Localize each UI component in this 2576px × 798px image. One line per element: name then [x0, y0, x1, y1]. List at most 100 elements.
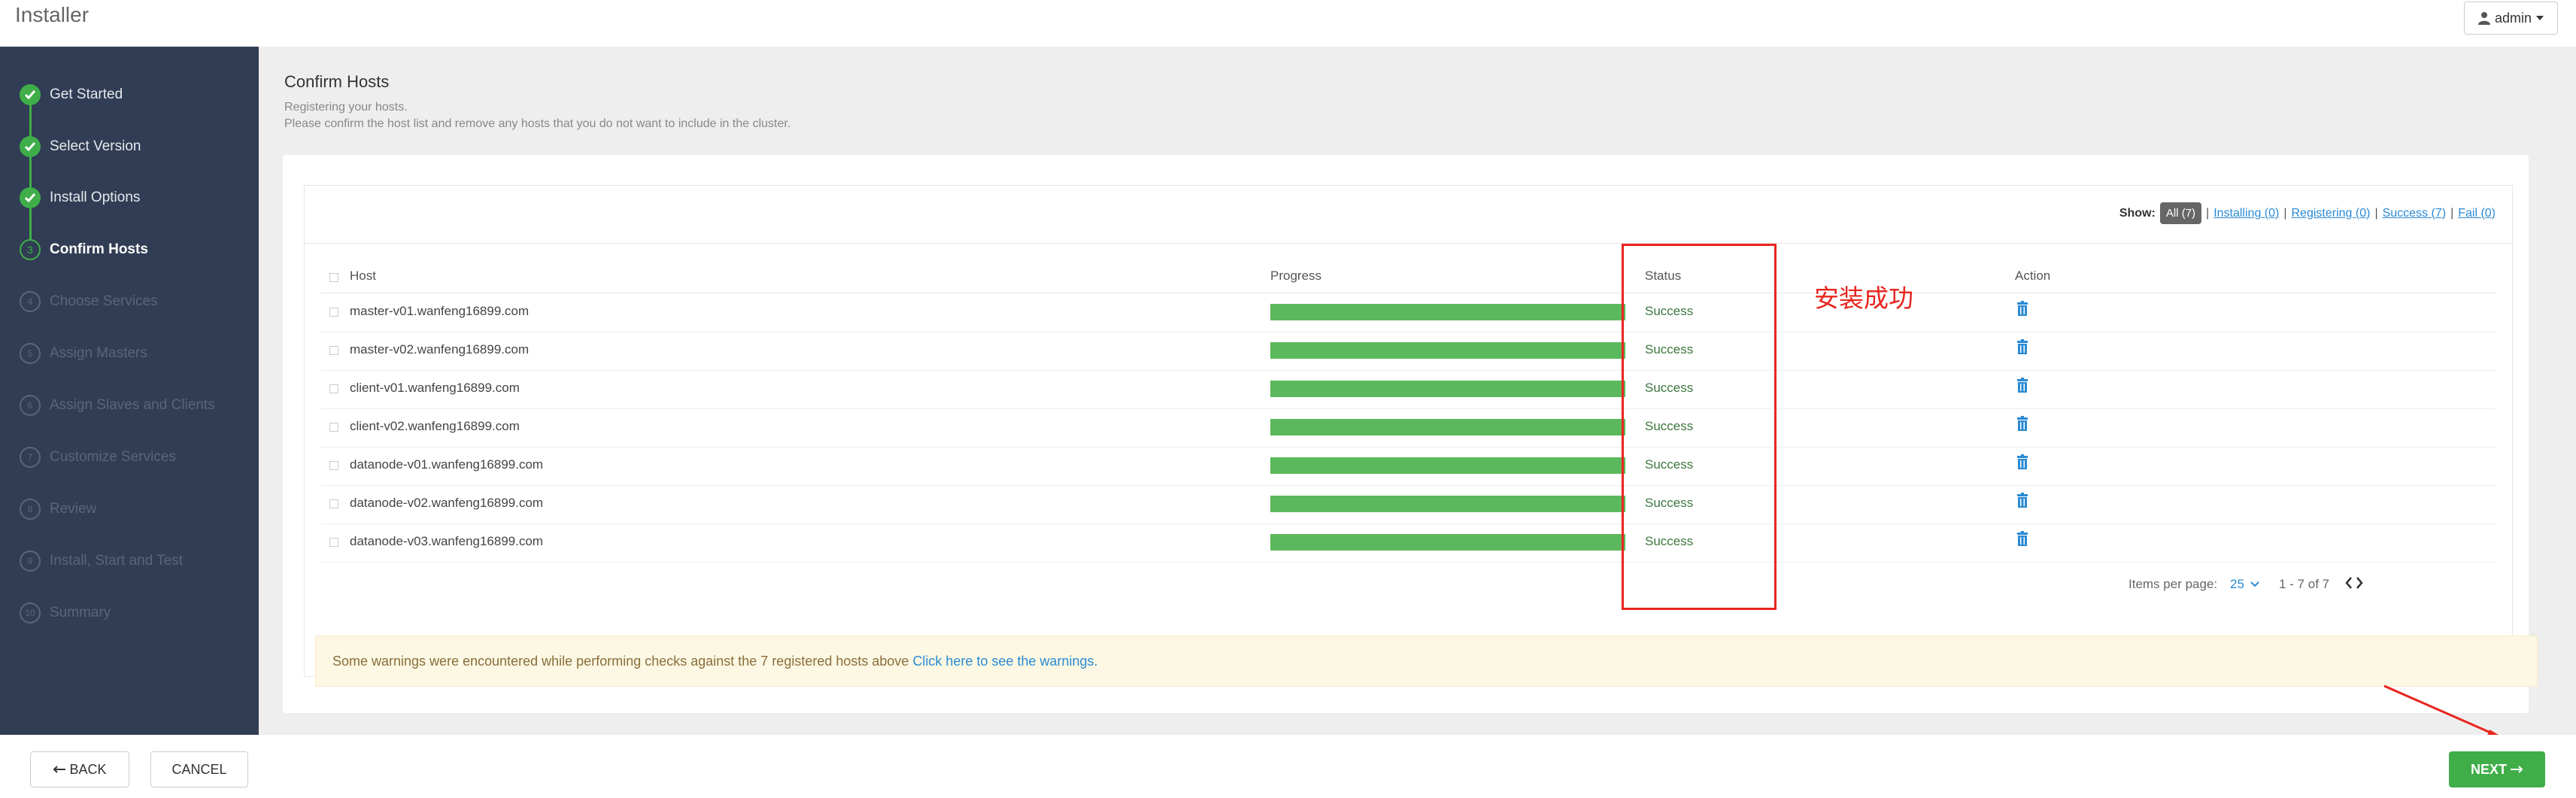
- step-label: Install Options: [50, 190, 141, 205]
- table-row: client-v02.wanfeng16899.com Success: [321, 408, 2496, 448]
- warning-text: Some warnings were encountered while per…: [332, 653, 909, 669]
- step-number: 3: [20, 239, 41, 260]
- host-name: master-v01.wanfeng16899.com: [350, 304, 529, 318]
- step-number: 7: [20, 447, 41, 468]
- next-button[interactable]: NEXT: [2449, 751, 2545, 787]
- step-customize-services: 7 Customize Services: [20, 445, 176, 470]
- divider: [305, 243, 2512, 244]
- trash-icon[interactable]: [2016, 339, 2028, 354]
- check-icon: [20, 136, 41, 157]
- trash-icon[interactable]: [2016, 416, 2028, 431]
- cancel-label: CANCEL: [171, 761, 227, 777]
- row-checkbox[interactable]: [329, 538, 338, 547]
- app-title: Installer: [15, 3, 90, 26]
- table-row: datanode-v02.wanfeng16899.com Success: [321, 485, 2496, 524]
- column-host[interactable]: Host: [350, 269, 376, 284]
- user-icon: [2477, 12, 2490, 25]
- step-get-started[interactable]: Get Started: [20, 82, 123, 108]
- filter-separator: |: [2206, 206, 2210, 220]
- filter-show-label: Show:: [2119, 206, 2156, 220]
- host-name: client-v01.wanfeng16899.com: [350, 381, 520, 395]
- status-highlight-box: [1622, 244, 1776, 610]
- filter-registering[interactable]: Registering (0): [2292, 207, 2371, 220]
- trash-icon[interactable]: [2016, 454, 2028, 469]
- wizard-sidebar: Get Started Select Version Install Optio…: [0, 47, 259, 735]
- step-summary: 10 Summary: [20, 600, 111, 626]
- table-row: datanode-v03.wanfeng16899.com Success: [321, 523, 2496, 563]
- warning-link[interactable]: Click here to see the warnings.: [912, 654, 1097, 669]
- host-name: client-v02.wanfeng16899.com: [350, 419, 520, 433]
- bottom-bar: BACK CANCEL NEXT: [0, 735, 2576, 798]
- filter-separator: |: [2374, 206, 2378, 220]
- step-label: Confirm Hosts: [50, 241, 148, 257]
- select-all-checkbox[interactable]: [329, 273, 338, 282]
- caret-down-icon: [2536, 16, 2544, 20]
- step-label: Review: [50, 501, 97, 517]
- annotation-text: 安装成功: [1814, 284, 1913, 312]
- trash-icon[interactable]: [2016, 301, 2028, 316]
- step-select-version[interactable]: Select Version: [20, 134, 141, 159]
- step-assign-masters: 5 Assign Masters: [20, 341, 147, 366]
- trash-icon[interactable]: [2016, 531, 2028, 546]
- step-label: Customize Services: [50, 449, 176, 465]
- arrow-right-icon: [2511, 766, 2523, 773]
- arrow-left-icon: [53, 766, 66, 773]
- step-number: 6: [20, 395, 41, 416]
- column-action: Action: [2015, 269, 2051, 283]
- back-button[interactable]: BACK: [30, 751, 129, 787]
- row-checkbox[interactable]: [329, 499, 338, 508]
- chevron-right-icon[interactable]: [2356, 577, 2363, 589]
- column-progress: Progress: [1270, 269, 1322, 283]
- step-label: Choose Services: [50, 293, 158, 309]
- step-number: 10: [20, 602, 41, 624]
- table-row: master-v02.wanfeng16899.com Success: [321, 332, 2496, 371]
- items-per-page-value: 25: [2230, 577, 2244, 591]
- step-connector: [29, 86, 32, 241]
- filter-fail[interactable]: Fail (0): [2458, 207, 2496, 220]
- step-install-options[interactable]: Install Options: [20, 185, 140, 211]
- progress-bar: [1270, 534, 1625, 551]
- trash-icon[interactable]: [2016, 378, 2028, 393]
- page-title: Confirm Hosts: [284, 72, 390, 91]
- status-filter: Show: All (7) | Installing (0) | Registe…: [2119, 202, 2496, 224]
- progress-bar: [1270, 381, 1625, 397]
- row-checkbox[interactable]: [329, 346, 338, 355]
- chevron-down-icon: [2250, 581, 2259, 587]
- table-row: client-v01.wanfeng16899.com Success: [321, 370, 2496, 409]
- filter-all[interactable]: All (7): [2159, 202, 2202, 224]
- filter-success[interactable]: Success (7): [2383, 207, 2446, 220]
- progress-bar: [1270, 419, 1625, 435]
- next-label: NEXT: [2470, 761, 2507, 777]
- row-checkbox[interactable]: [329, 384, 338, 393]
- row-checkbox[interactable]: [329, 423, 338, 432]
- user-label: admin: [2494, 10, 2532, 26]
- row-checkbox[interactable]: [329, 461, 338, 470]
- filter-separator: |: [2283, 206, 2287, 220]
- trash-icon[interactable]: [2016, 493, 2028, 508]
- hosts-table: Show: All (7) | Installing (0) | Registe…: [304, 185, 2538, 687]
- step-install-start-test: 9 Install, Start and Test: [20, 548, 183, 574]
- filter-separator: |: [2450, 206, 2454, 220]
- step-choose-services: 4 Choose Services: [20, 289, 158, 314]
- step-number: 5: [20, 343, 41, 364]
- cancel-button[interactable]: CANCEL: [150, 751, 248, 787]
- chevron-left-icon[interactable]: [2345, 577, 2353, 589]
- pagination-range: 1 - 7 of 7: [2279, 577, 2330, 591]
- progress-bar: [1270, 304, 1625, 320]
- table-row: datanode-v01.wanfeng16899.com Success: [321, 447, 2496, 486]
- row-checkbox[interactable]: [329, 308, 338, 317]
- filter-installing[interactable]: Installing (0): [2213, 207, 2279, 220]
- step-label: Install, Start and Test: [50, 553, 184, 569]
- user-menu-button[interactable]: admin: [2463, 2, 2558, 35]
- check-icon: [20, 187, 41, 208]
- progress-bar: [1270, 457, 1625, 474]
- step-review: 8 Review: [20, 496, 96, 522]
- hosts-card: Show: All (7) | Installing (0) | Registe…: [283, 155, 2538, 713]
- host-name: master-v02.wanfeng16899.com: [350, 342, 529, 357]
- step-label: Get Started: [50, 86, 123, 102]
- host-name: datanode-v03.wanfeng16899.com: [350, 534, 544, 548]
- items-per-page-select[interactable]: 25: [2230, 577, 2259, 592]
- items-per-page-label: Items per page:: [2128, 577, 2218, 591]
- step-confirm-hosts[interactable]: 3 Confirm Hosts: [20, 237, 148, 262]
- warning-alert: Some warnings were encountered while per…: [315, 636, 2538, 687]
